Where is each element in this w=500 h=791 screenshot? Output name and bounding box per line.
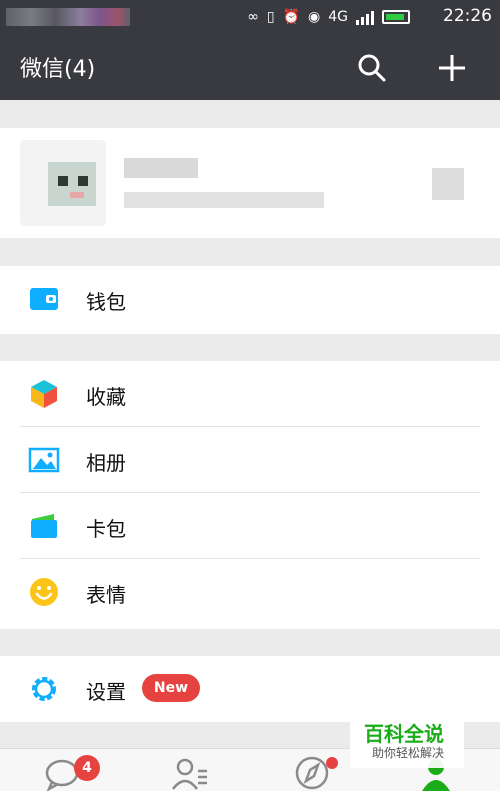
menu-group: 收藏 相册 卡包 表情 [0,361,500,629]
blurred-notifications [6,8,130,26]
watermark: 百科全说 助你轻松解决 [350,716,464,768]
new-badge: New [142,674,200,702]
qr-code-icon[interactable] [432,168,464,200]
link-icon: ∞ [247,9,259,25]
menu-item-settings[interactable]: 设置 New [0,656,500,722]
status-bar: ∞ ▯ ⏰ ◉ 4G 22:26 [0,0,500,34]
page-title: 微信(4) [20,57,96,82]
blurred-nickname [124,158,198,178]
profile-card[interactable] [0,128,500,238]
wallet-icon [30,288,58,310]
menu-item-album[interactable]: 相册 [0,427,500,493]
menu-label: 表情 [86,583,126,607]
blurred-wechat-id [124,192,324,208]
menu-item-stickers[interactable]: 表情 [0,559,500,625]
signal-icon [356,9,374,25]
cube-icon [31,380,57,408]
menu-label: 相册 [86,451,126,475]
image-icon [28,447,60,473]
avatar [20,140,106,226]
wallet-section: 钱包 [0,266,500,334]
settings-section: 设置 New [0,656,500,722]
eye-icon: ◉ [308,9,321,25]
watermark-subtitle: 助你轻松解决 [372,746,445,760]
status-icons: ∞ ▯ ⏰ ◉ 4G [247,7,410,27]
gear-icon [32,677,56,701]
menu-label: 钱包 [86,290,126,314]
menu-item-cards[interactable]: 卡包 [0,493,500,559]
menu-label: 设置 [86,680,126,704]
plus-icon[interactable] [436,52,468,84]
smiley-icon [30,578,58,606]
contacts-icon[interactable] [170,755,210,791]
search-icon[interactable] [356,52,388,84]
vibrate-icon: ▯ [266,9,275,25]
network-label: 4G [328,9,348,25]
menu-item-wallet[interactable]: 钱包 [0,266,500,332]
app-header: 微信(4) [0,34,500,100]
status-time: 22:26 [443,6,492,26]
menu-label: 卡包 [86,517,126,541]
battery-icon [382,10,410,24]
unread-badge: 4 [74,755,100,781]
discover-dot [326,757,338,769]
card-icon [31,514,57,538]
menu-item-favorites[interactable]: 收藏 [0,361,500,427]
alarm-icon: ⏰ [282,9,301,25]
menu-label: 收藏 [86,385,126,409]
watermark-title: 百科全说 [364,722,444,746]
